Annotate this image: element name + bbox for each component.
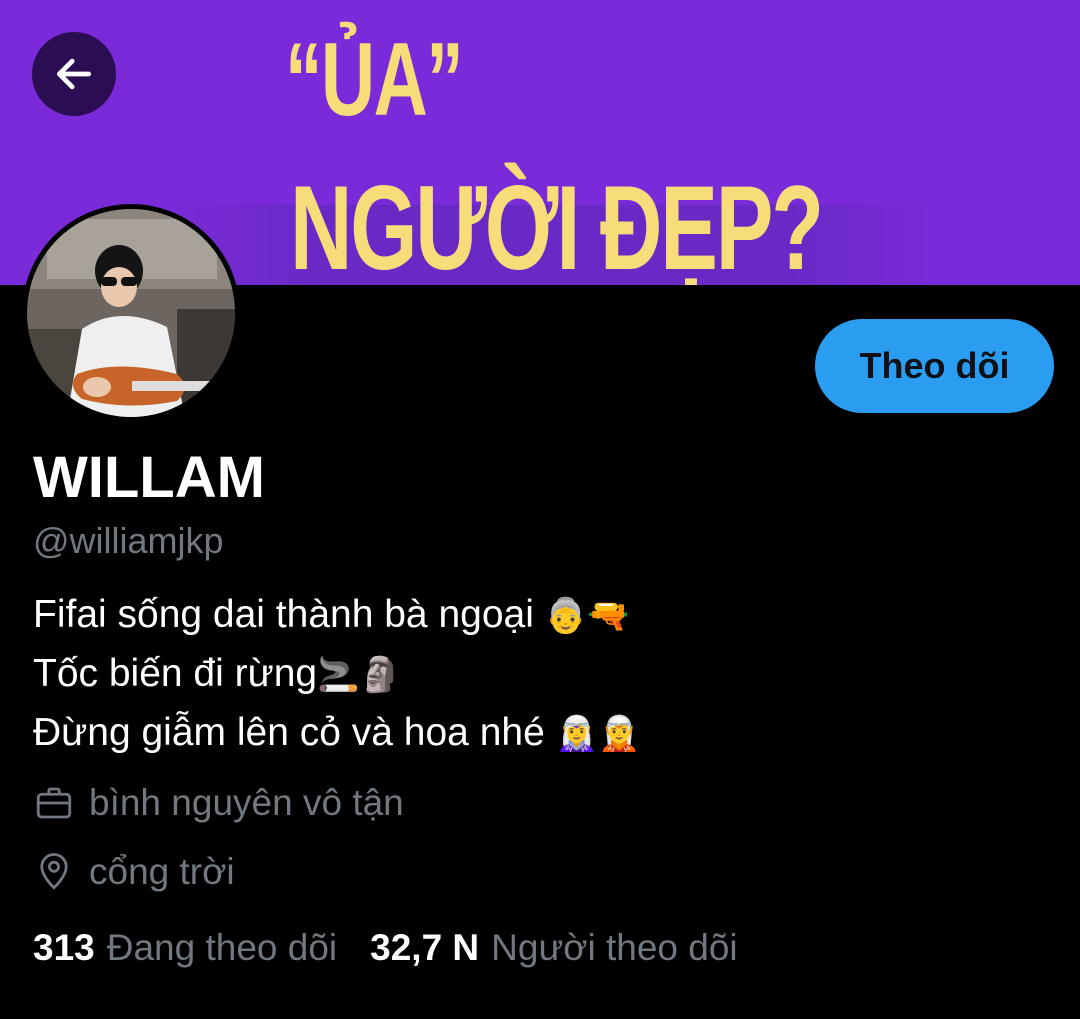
profile-work-text: bình nguyên vô tận [89,782,404,823]
followers-label: Người theo dõi [491,927,738,968]
banner-text-line2: NGƯỜI ĐẸP? [290,161,824,285]
following-link[interactable]: 313 Đang theo dõi [33,926,337,970]
followers-count: 32,7 N [370,927,480,968]
profile-location-text: cổng trời [89,851,235,892]
banner-text-line1: “ỦA” [285,22,464,138]
follow-button[interactable]: Theo dõi [815,319,1054,413]
bio-emoji: 🚬🗿 [317,655,402,695]
arrow-left-icon [56,58,92,90]
bio-text: Fifai sống dai thành bà ngoại [33,593,545,636]
profile-work: bình nguyên vô tận [33,782,404,824]
bio-text: Đừng giẫm lên cỏ và hoa nhé [33,711,556,754]
bio-emoji: 👵🔫 [544,596,630,636]
bio-line: Tốc biến đi rừng🚬🗿 [33,645,640,704]
profile-location: cổng trời [33,851,235,893]
bio-line: Đừng giẫm lên cỏ và hoa nhé 🧝‍♀️🧝 [33,704,640,763]
display-name: WILLAM [33,445,265,510]
avatar-photo [27,209,235,417]
bio-emoji: 🧝‍♀️🧝 [555,714,641,754]
username-handle: @williamjkp [33,520,224,561]
follow-stats: 313 Đang theo dõi 32,7 N Người theo dõi [33,926,738,970]
bio: Fifai sống dai thành bà ngoại 👵🔫 Tốc biế… [33,586,640,763]
avatar[interactable] [22,204,240,422]
bio-line: Fifai sống dai thành bà ngoại 👵🔫 [33,586,640,645]
following-count: 313 [33,927,95,968]
bio-text: Tốc biến đi rừng [33,652,318,695]
briefcase-icon [36,787,72,819]
followers-link[interactable]: 32,7 N Người theo dõi [370,926,738,970]
following-label: Đang theo dõi [106,927,338,968]
location-pin-icon [40,853,68,890]
back-button[interactable] [32,32,116,116]
